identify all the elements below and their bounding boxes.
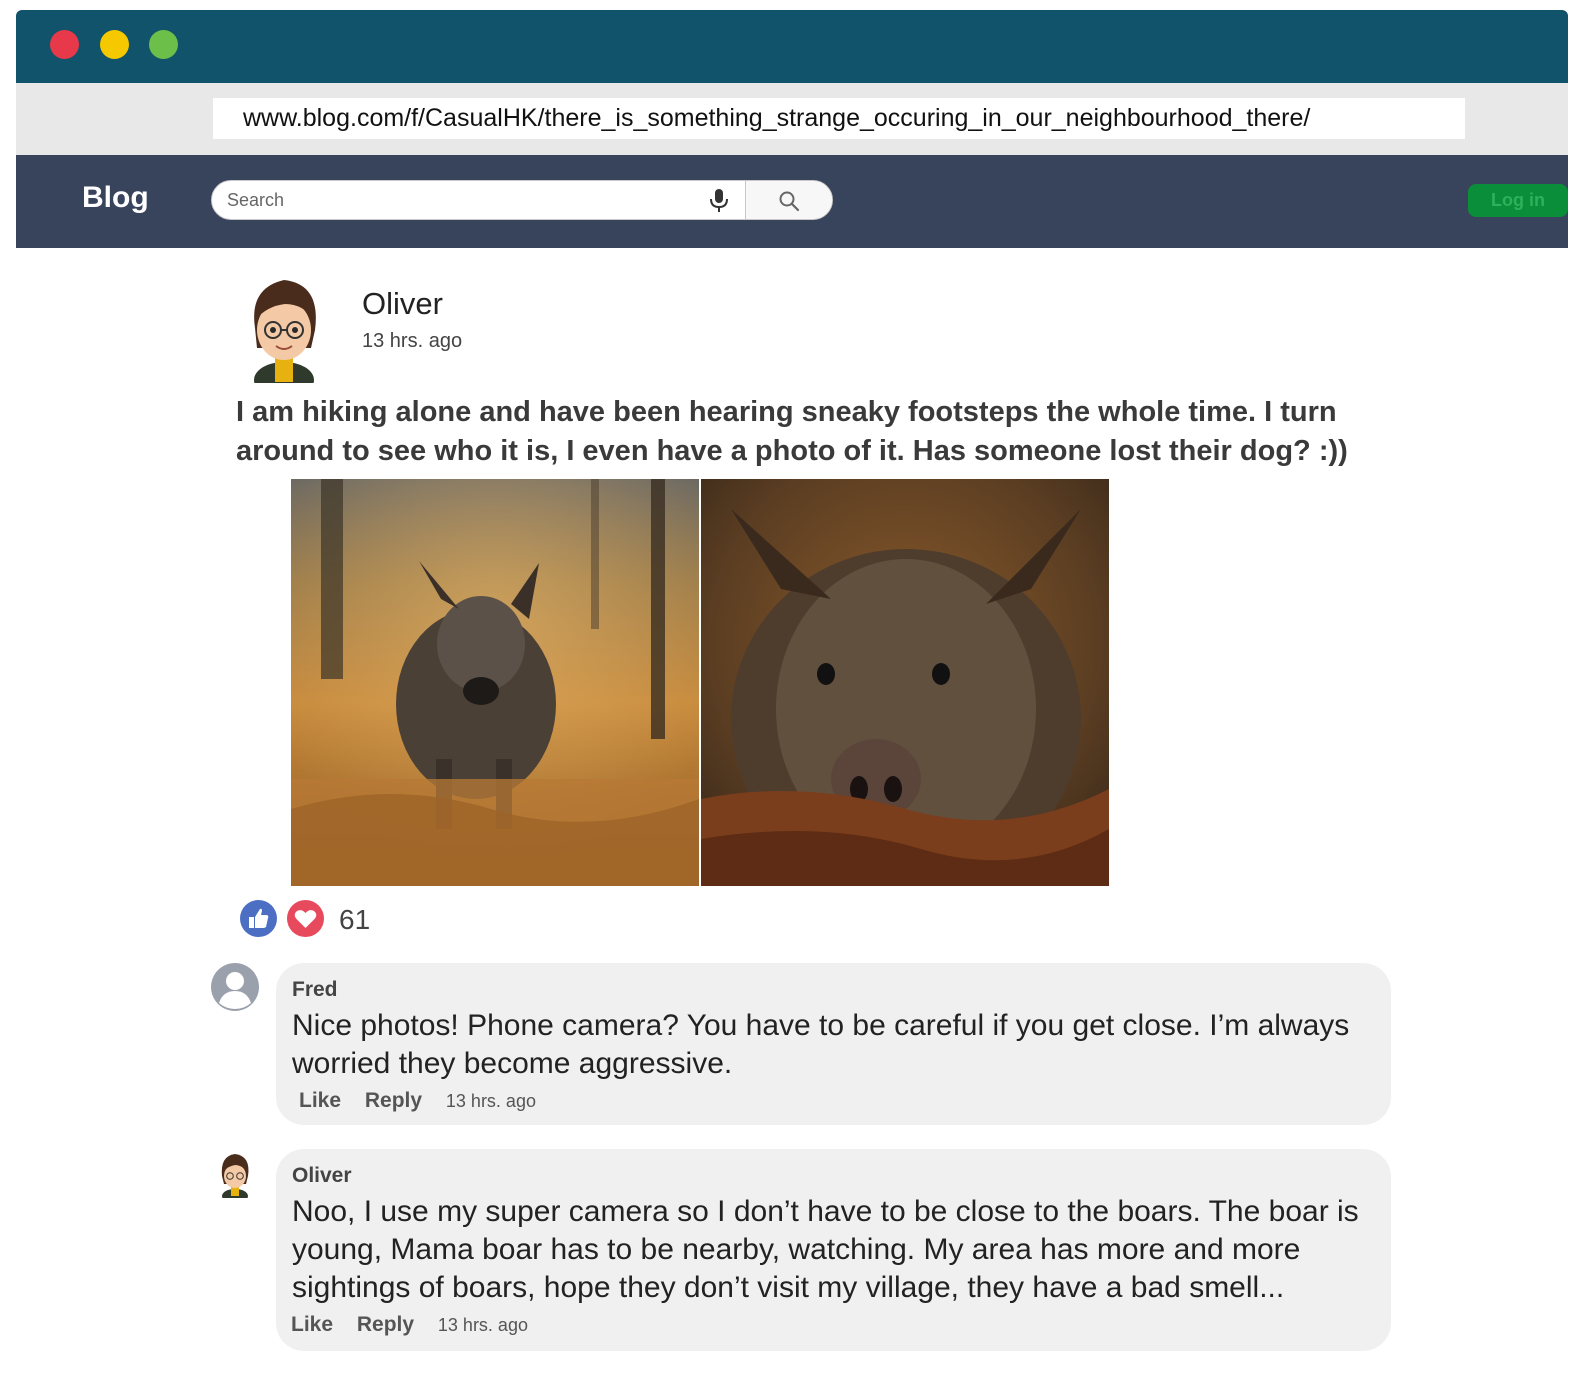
comment-timestamp: 13 hrs. ago (445, 1091, 536, 1111)
comment-text: Nice photos! Phone camera? You have to b… (292, 1009, 1350, 1080)
comment-like-button[interactable]: Like (291, 1313, 333, 1337)
comment-bubble: Oliver Noo, I use my super camera so I d… (276, 1149, 1391, 1351)
search-button[interactable] (746, 181, 832, 219)
post-body: I am hiking alone and have been hearing … (236, 396, 1348, 467)
address-bar[interactable]: www.blog.com/f/CasualHK/there_is_somethi… (213, 98, 1465, 139)
maximize-window-button[interactable] (149, 30, 178, 59)
boar-photo-2[interactable] (701, 479, 1109, 886)
comment-author[interactable]: Fred (292, 978, 338, 1002)
comment-text: Noo, I use my super camera so I don’t ha… (292, 1195, 1359, 1304)
address-bar-area: www.blog.com/f/CasualHK/there_is_somethi… (16, 83, 1568, 155)
reaction-count[interactable]: 61 (339, 904, 370, 936)
comment-author[interactable]: Oliver (292, 1164, 352, 1188)
search-input[interactable] (212, 181, 744, 219)
love-reaction-icon[interactable] (287, 900, 324, 937)
window-titlebar (16, 10, 1568, 83)
comment-like-button[interactable]: Like (299, 1089, 341, 1113)
login-button[interactable]: Log in (1468, 184, 1568, 217)
comment-timestamp: 13 hrs. ago (437, 1315, 528, 1335)
default-user-avatar-icon[interactable] (211, 963, 259, 1011)
minimize-window-button[interactable] (100, 30, 129, 59)
search-icon (779, 191, 800, 212)
like-reaction-icon[interactable] (240, 900, 277, 937)
boar-photo-1[interactable] (291, 479, 699, 886)
site-navbar: Blog Log in (16, 155, 1568, 248)
search-bar (211, 180, 833, 220)
site-logo[interactable]: Blog (82, 181, 149, 215)
comment-reply-button[interactable]: Reply (357, 1313, 414, 1337)
comment-actions: Like Reply 13 hrs. ago (291, 1313, 528, 1337)
post-timestamp: 13 hrs. ago (362, 330, 463, 352)
post-author[interactable]: Oliver (362, 286, 443, 322)
oliver-avatar[interactable] (214, 1150, 256, 1198)
comment-actions: Like Reply 13 hrs. ago (299, 1089, 536, 1113)
microphone-icon[interactable] (707, 188, 731, 214)
author-avatar[interactable] (233, 268, 335, 383)
comment-bubble: Fred Nice photos! Phone camera? You have… (276, 963, 1391, 1125)
comment-reply-button[interactable]: Reply (365, 1089, 422, 1113)
close-window-button[interactable] (50, 30, 79, 59)
